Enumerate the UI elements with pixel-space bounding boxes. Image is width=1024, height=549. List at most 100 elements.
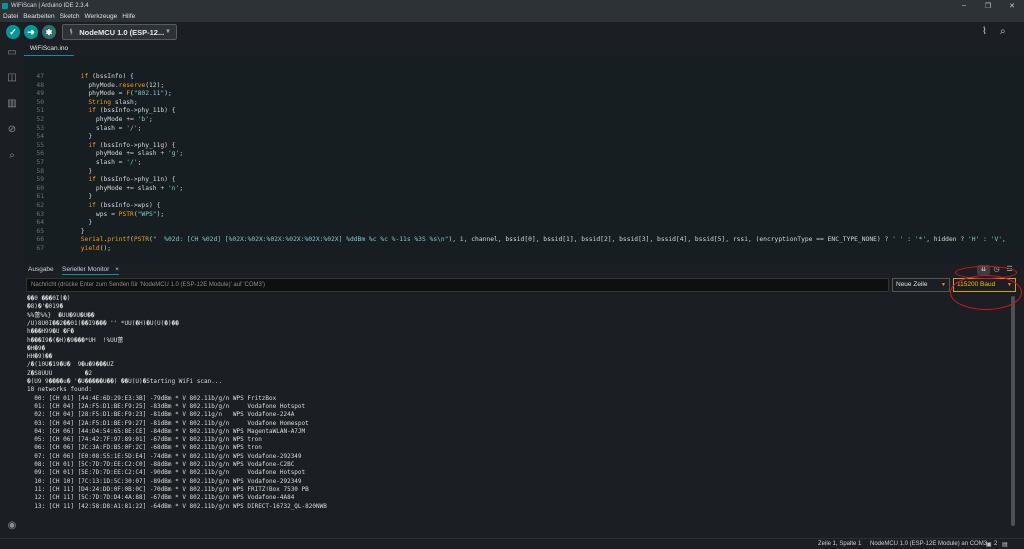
- tab-output[interactable]: Ausgabe: [28, 266, 54, 273]
- line-number: 59: [36, 176, 44, 184]
- menu-bearbeiten[interactable]: Bearbeiten: [23, 13, 54, 20]
- tab-serial-monitor[interactable]: Serieller Monitor ×: [62, 266, 119, 275]
- code-line: 47 if (bssInfo) {: [24, 73, 134, 82]
- tab-wifiscan[interactable]: WiFiScan.ino: [24, 43, 74, 56]
- code-line: 53 slash = '/';: [24, 125, 141, 134]
- monitor-line: /U)8U0I��2��01(��I9��� '' *UU(�H)�U(U(�)…: [27, 319, 179, 327]
- account-icon[interactable]: ◉: [6, 520, 18, 532]
- menu-bar: Datei Bearbeiten Sketch Werkzeuge Hilfe: [0, 11, 1024, 22]
- monitor-line: 02: [CH 04] [28:F5:D1:BE:F9:23] -81dBm *…: [27, 411, 295, 419]
- debug-button[interactable]: ✱: [42, 25, 56, 39]
- code-line: 56 phyMode += slash + 'g';: [24, 150, 183, 159]
- status-bar: Zeile 1, Spalte 1 NodeMCU 1.0 (ESP-12E M…: [0, 538, 1024, 549]
- line-number: 58: [36, 167, 44, 175]
- code-editor[interactable]: 47 if (bssInfo) {48 phyMode.reserve(12);…: [24, 56, 1024, 263]
- code-line: 66 Serial.printf(PSTR(" %02d: [CH %02d] …: [24, 236, 1006, 245]
- chevron-down-icon: ▼: [165, 29, 171, 35]
- code-text: String slash;: [88, 98, 138, 106]
- close-button[interactable]: ✕: [1000, 2, 1024, 10]
- code-text: phyMode.reserve(12);: [58, 81, 165, 89]
- board-status[interactable]: NodeMCU 1.0 (ESP-12E Module) an COM3: [870, 541, 987, 547]
- code-text: if (bssInfo->wps) {: [88, 202, 161, 209]
- code-text: slash = '/';: [58, 159, 142, 166]
- boards-manager-icon[interactable]: ◫: [6, 72, 18, 84]
- code-text: Serial.printf(PSTR(" %02d: [CH %02d] [%0…: [80, 236, 1006, 244]
- code-line: 57 slash = '/';: [24, 159, 141, 168]
- usb-icon: ᚬ: [69, 28, 74, 36]
- menu-sketch[interactable]: Sketch: [60, 13, 80, 20]
- monitor-line: Z�S8UUU �2: [27, 369, 93, 377]
- line-number: 51: [36, 107, 44, 115]
- debug-icon[interactable]: ⊘: [6, 124, 18, 136]
- code-text: if (bssInfo) {: [80, 73, 134, 80]
- window-title: WiFiScan | Arduino IDE 2.3.4: [11, 2, 89, 9]
- code-line: 62 if (bssInfo->wps) {: [24, 202, 160, 211]
- code-text: phyMode += 'b';: [58, 116, 153, 123]
- monitor-line: 09: [CH 01] [5E:7D:7D:EE:C2:C4] -90dBm *…: [27, 469, 306, 477]
- menu-datei[interactable]: Datei: [3, 13, 18, 20]
- monitor-line: �(U9 9����u� '�U�����U��) ��U(U)�Startin…: [27, 378, 223, 385]
- code-line: 63 wps = PSTR("WPS");: [24, 211, 164, 220]
- code-line: 54 }: [24, 133, 92, 142]
- code-text: }: [58, 219, 93, 227]
- code-line: 50 String slash;: [24, 98, 138, 108]
- code-line: 51 if (bssInfo->phy_11b) {: [24, 107, 175, 116]
- serial-message-input[interactable]: Nachricht (drücke Enter zum Senden für '…: [26, 278, 889, 292]
- output-toggle-icon[interactable]: ▤: [1002, 541, 1008, 548]
- title-bar: WiFiScan | Arduino IDE 2.3.4 – ❐ ✕: [0, 0, 1024, 11]
- menu-hilfe[interactable]: Hilfe: [122, 13, 135, 20]
- toolbar: ✓ ➜ ✱ ᚬ NodeMCU 1.0 (ESP-12... ▼ ⌇ ⌕: [0, 22, 1024, 43]
- notification-icon[interactable]: ▣: [986, 541, 992, 548]
- folder-icon[interactable]: ▭: [6, 47, 18, 59]
- line-number: 49: [36, 90, 44, 98]
- monitor-line: 12: [CH 11] [5C:7D:7D:D4:4A:88] -67dBm *…: [27, 494, 295, 502]
- scrollbar-thumb[interactable]: [1011, 296, 1015, 526]
- code-line: 55 if (bssInfo->phy_11g) {: [24, 141, 175, 151]
- monitor-line: 01: [CH 04] [2A:F5:D1:BE:F9:25] -83dBm *…: [27, 402, 306, 410]
- menu-werkzeuge[interactable]: Werkzeuge: [85, 13, 118, 20]
- code-text: }: [58, 133, 93, 141]
- line-number: 65: [36, 227, 44, 235]
- verify-button[interactable]: ✓: [6, 25, 20, 39]
- sidebar: ▭ ◫ ▥ ⊘ ⌕ ◉: [0, 43, 24, 538]
- code-line: 67 yield();: [24, 245, 111, 254]
- monitor-line: /�(10U�19�U� 9�u�9���UZ: [27, 361, 114, 369]
- line-ending-select[interactable]: Neue Zeile ▼: [892, 278, 950, 292]
- line-number: 52: [36, 116, 44, 123]
- message-bar: Nachricht (drücke Enter zum Senden für '…: [24, 277, 1024, 293]
- monitor-line: �8)�'�019�: [27, 303, 64, 311]
- minimize-button[interactable]: –: [952, 2, 976, 10]
- line-ending-value: Neue Zeile: [896, 281, 928, 288]
- board-selector[interactable]: ᚬ NodeMCU 1.0 (ESP-12... ▼: [62, 24, 177, 40]
- code-text: }: [58, 193, 93, 201]
- code-text: phyMode += slash + 'g';: [58, 150, 184, 158]
- monitor-line: h���H99�U �F�: [27, 328, 74, 336]
- code-text: if (bssInfo->phy_11n) {: [88, 176, 176, 184]
- serial-plotter-icon[interactable]: ⌇: [982, 26, 987, 37]
- code-text: wps = PSTR("WPS");: [58, 210, 165, 218]
- monitor-line: h���I9�(�H)�9���*UH !%UU蕾: [27, 336, 124, 344]
- check-icon: ✓: [9, 26, 17, 37]
- line-number: 63: [36, 210, 44, 218]
- code-line: 64 }: [24, 219, 92, 228]
- code-text: phyMode = F("802.11");: [58, 90, 172, 98]
- line-number: 57: [36, 159, 44, 166]
- line-number: 55: [36, 141, 44, 149]
- line-number: 47: [36, 73, 44, 80]
- code-text: phyMode += slash + 'n';: [58, 184, 184, 192]
- search-icon[interactable]: ⌕: [6, 150, 18, 162]
- monitor-line: 03: [CH 04] [2A:F5:D1:BE:F9:27] -81dBm *…: [27, 419, 309, 427]
- arduino-logo-icon: [2, 2, 8, 9]
- line-number: 61: [36, 193, 44, 201]
- library-icon[interactable]: ▥: [6, 98, 18, 110]
- scrollbar[interactable]: [1010, 296, 1016, 536]
- upload-button[interactable]: ➜: [24, 25, 38, 39]
- close-icon[interactable]: ×: [115, 266, 119, 273]
- monitor-line: 10: [CH 10] [7C:13:1D:5C:30:07] -89dBm *…: [27, 477, 302, 485]
- line-number: 48: [36, 81, 44, 89]
- monitor-line: 13: [CH 11] [42:58:D8:A1:81:22] -64dBm *…: [27, 502, 327, 510]
- monitor-line: 00: [CH 01] [44:4E:6D:29:E3:3B] -79dBm *…: [27, 394, 277, 402]
- serial-monitor-icon[interactable]: ⌕: [1000, 26, 1006, 37]
- annotation-circle-baud: [950, 275, 1022, 310]
- maximize-button[interactable]: ❐: [976, 2, 1000, 10]
